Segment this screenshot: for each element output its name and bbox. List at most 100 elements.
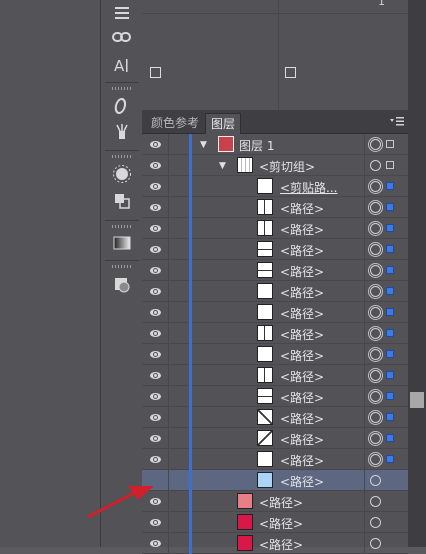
- link-icon[interactable]: [108, 24, 136, 50]
- target-circle-icon[interactable]: [368, 137, 383, 152]
- lock-cell[interactable]: [169, 365, 190, 386]
- target-circle-icon[interactable]: [368, 389, 383, 404]
- brush-icon[interactable]: [108, 119, 136, 145]
- selection-square-icon[interactable]: [386, 140, 394, 148]
- lock-cell[interactable]: [169, 197, 190, 218]
- layer-row[interactable]: <路径>: [142, 512, 408, 533]
- layer-row[interactable]: <路径>: [142, 218, 408, 239]
- eye-icon[interactable]: [150, 204, 161, 211]
- layer-label[interactable]: 图层 1: [239, 137, 274, 154]
- layer-row[interactable]: <路径>: [142, 260, 408, 281]
- selection-square-icon[interactable]: [386, 182, 394, 190]
- layer-row[interactable]: <路径>: [142, 281, 408, 302]
- selection-square-icon[interactable]: [386, 287, 394, 295]
- menu-lines-icon[interactable]: [108, 0, 136, 26]
- lock-cell[interactable]: [169, 281, 190, 302]
- lock-cell[interactable]: [169, 239, 190, 260]
- visibility-cell[interactable]: [142, 155, 169, 176]
- layer-label[interactable]: <路径>: [259, 536, 303, 553]
- layer-label[interactable]: <路径>: [280, 305, 324, 322]
- tab-layers[interactable]: 图层: [205, 113, 242, 134]
- visibility-cell[interactable]: [142, 218, 169, 239]
- visibility-cell[interactable]: [142, 407, 169, 428]
- layer-label[interactable]: <路径>: [280, 452, 324, 469]
- visibility-cell[interactable]: [142, 533, 169, 554]
- layer-label[interactable]: <路径>: [280, 389, 324, 406]
- sun-icon[interactable]: [108, 161, 136, 187]
- selection-square-icon[interactable]: [386, 455, 394, 463]
- layer-row[interactable]: <路径>: [142, 344, 408, 365]
- layer-label[interactable]: <路径>: [280, 242, 324, 259]
- target-circle-icon[interactable]: [368, 179, 383, 194]
- target-circle-icon[interactable]: [370, 160, 381, 171]
- selection-square-icon[interactable]: [386, 392, 394, 400]
- checkbox-right[interactable]: [285, 67, 296, 78]
- eye-icon[interactable]: [150, 330, 161, 337]
- target-circle-icon[interactable]: [368, 347, 383, 362]
- lock-cell[interactable]: [169, 533, 190, 554]
- visibility-cell[interactable]: [142, 302, 169, 323]
- layer-label[interactable]: <路径>: [280, 263, 324, 280]
- layer-label[interactable]: <剪切组>: [259, 158, 315, 175]
- selection-square-icon[interactable]: [386, 224, 394, 232]
- panel-menu-icon[interactable]: [390, 116, 404, 126]
- eye-icon[interactable]: [150, 267, 161, 274]
- eye-icon[interactable]: [150, 435, 161, 442]
- selection-square-icon[interactable]: [386, 434, 394, 442]
- target-circle-icon[interactable]: [370, 475, 381, 486]
- visibility-cell[interactable]: [142, 449, 169, 470]
- target-circle-icon[interactable]: [370, 538, 381, 549]
- target-circle-icon[interactable]: [368, 221, 383, 236]
- layer-label[interactable]: <路径>: [259, 494, 303, 511]
- pathfinder-icon[interactable]: [108, 188, 136, 214]
- eye-icon[interactable]: [150, 246, 161, 253]
- eye-icon[interactable]: [150, 372, 161, 379]
- expand-triangle-icon[interactable]: ▼: [200, 140, 207, 150]
- expand-triangle-icon[interactable]: ▼: [219, 161, 226, 171]
- lock-cell[interactable]: [169, 344, 190, 365]
- lock-cell[interactable]: [169, 407, 190, 428]
- target-circle-icon[interactable]: [368, 326, 383, 341]
- visibility-cell[interactable]: [142, 134, 169, 155]
- eye-icon[interactable]: [150, 288, 161, 295]
- lock-cell[interactable]: [169, 134, 190, 155]
- visibility-cell[interactable]: [142, 197, 169, 218]
- layer-row[interactable]: <路径>: [142, 428, 408, 449]
- layer-row[interactable]: <剪贴路...: [142, 176, 408, 197]
- lock-cell[interactable]: [169, 176, 190, 197]
- selection-square-icon[interactable]: [386, 245, 394, 253]
- selection-square-icon[interactable]: [386, 308, 394, 316]
- visibility-cell[interactable]: [142, 176, 169, 197]
- target-circle-icon[interactable]: [370, 496, 381, 507]
- vertical-scrollbar[interactable]: [408, 0, 426, 547]
- selection-square-icon[interactable]: [386, 413, 394, 421]
- target-circle-icon[interactable]: [368, 263, 383, 278]
- eye-icon[interactable]: [150, 162, 161, 169]
- eye-icon[interactable]: [150, 351, 161, 358]
- layer-row[interactable]: ▼ <剪切组>: [142, 155, 408, 176]
- layer-label[interactable]: <路径>: [280, 347, 324, 364]
- target-circle-icon[interactable]: [368, 242, 383, 257]
- target-circle-icon[interactable]: [368, 284, 383, 299]
- layer-row[interactable]: <路径>: [142, 239, 408, 260]
- layer-row[interactable]: <路径>: [142, 449, 408, 470]
- visibility-cell[interactable]: [142, 281, 169, 302]
- eye-icon[interactable]: [150, 183, 161, 190]
- text-icon[interactable]: A: [108, 52, 136, 78]
- lock-cell[interactable]: [169, 470, 190, 491]
- layer-row[interactable]: <路径>: [142, 365, 408, 386]
- gradient-icon[interactable]: [108, 230, 136, 256]
- lock-cell[interactable]: [169, 260, 190, 281]
- selection-square-icon[interactable]: [386, 371, 394, 379]
- layer-label[interactable]: <路径>: [280, 473, 324, 490]
- lock-cell[interactable]: [169, 323, 190, 344]
- selection-square-icon[interactable]: [386, 161, 394, 169]
- layer-label[interactable]: <剪贴路...: [280, 179, 338, 196]
- lock-cell[interactable]: [169, 449, 190, 470]
- selection-square-icon[interactable]: [386, 266, 394, 274]
- layer-row[interactable]: ▼ 图层 1: [142, 134, 408, 155]
- target-circle-icon[interactable]: [368, 368, 383, 383]
- scrollbar-thumb[interactable]: [410, 392, 424, 408]
- layer-label[interactable]: <路径>: [280, 431, 324, 448]
- lock-cell[interactable]: [169, 428, 190, 449]
